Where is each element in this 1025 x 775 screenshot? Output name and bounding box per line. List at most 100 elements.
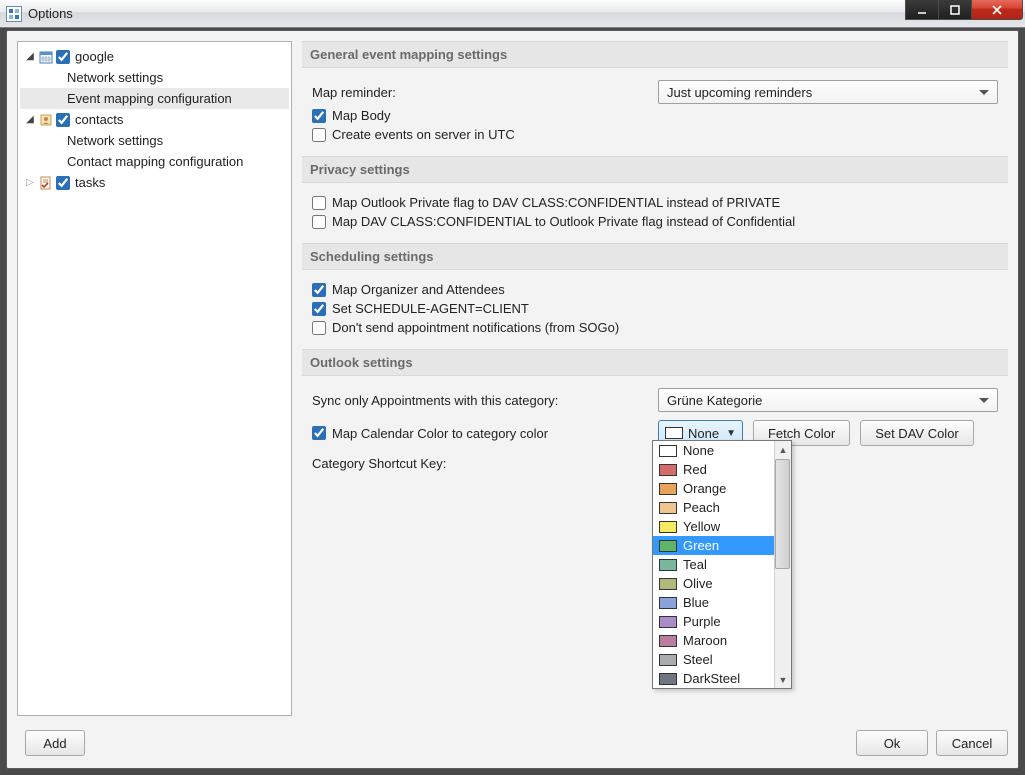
color-swatch-icon [659, 559, 677, 571]
settings-panel: General event mapping settings Map remin… [302, 41, 1008, 716]
scroll-down-icon[interactable]: ▼ [775, 671, 791, 688]
color-swatch-icon [659, 673, 677, 685]
tree-node-checkbox[interactable] [56, 113, 70, 127]
scheduling-option-3[interactable]: Don't send appointment notifications (fr… [312, 320, 619, 335]
tree-node-tasks[interactable]: ▷ tasks [20, 172, 289, 193]
color-option-teal[interactable]: Teal [653, 555, 774, 574]
tree-child-event-mapping[interactable]: Event mapping configuration [20, 88, 289, 109]
expander-icon[interactable]: ▷ [24, 177, 36, 189]
minimize-button[interactable] [905, 0, 939, 20]
tree-node-google[interactable]: ◢ google [20, 46, 289, 67]
color-option-darksteel[interactable]: DarkSteel [653, 669, 774, 688]
sync-category-label: Sync only Appointments with this categor… [312, 393, 652, 408]
maximize-button[interactable] [938, 0, 972, 20]
chevron-down-icon: ▼ [724, 428, 738, 439]
color-swatch-icon [659, 502, 677, 514]
color-swatch-icon [659, 635, 677, 647]
client-area: ◢ google Network settings Event mapping … [6, 30, 1019, 769]
map-body-option[interactable]: Map Body [312, 108, 391, 123]
scroll-up-icon[interactable]: ▲ [775, 441, 791, 458]
color-option-label: Green [683, 538, 719, 553]
color-swatch-icon [659, 578, 677, 590]
tree-node-contacts[interactable]: ◢ contacts [20, 109, 289, 130]
sync-category-select[interactable]: Grüne Kategorie [658, 388, 998, 412]
privacy-checkbox-2[interactable] [312, 215, 326, 229]
color-swatch-icon [659, 521, 677, 533]
tree-child-label: Contact mapping configuration [64, 154, 246, 169]
color-option-label: Teal [683, 557, 707, 572]
section-header-outlook: Outlook settings [302, 349, 1008, 376]
checkbox-label: Map Outlook Private flag to DAV CLASS:CO… [332, 195, 780, 210]
checkbox-label: Map Calendar Color to category color [332, 426, 548, 441]
checkbox-label: Map Body [332, 108, 391, 123]
expander-icon[interactable]: ◢ [24, 51, 36, 63]
map-color-checkbox[interactable] [312, 426, 326, 440]
calendar-icon [38, 49, 54, 65]
scheduling-checkbox-3[interactable] [312, 321, 326, 335]
dialog-footer: Add Ok Cancel [17, 728, 1008, 758]
scheduling-option-1[interactable]: Map Organizer and Attendees [312, 282, 505, 297]
tree-node-checkbox[interactable] [56, 50, 70, 64]
color-option-red[interactable]: Red [653, 460, 774, 479]
scheduling-checkbox-2[interactable] [312, 302, 326, 316]
tasks-icon [38, 175, 54, 191]
privacy-checkbox-1[interactable] [312, 196, 326, 210]
color-swatch-icon [659, 597, 677, 609]
add-button[interactable]: Add [25, 730, 85, 756]
cancel-button[interactable]: Cancel [936, 730, 1008, 756]
privacy-option-1[interactable]: Map Outlook Private flag to DAV CLASS:CO… [312, 195, 780, 210]
color-swatch-icon [659, 540, 677, 552]
map-reminder-select[interactable]: Just upcoming reminders [658, 80, 998, 104]
checkbox-label: Map DAV CLASS:CONFIDENTIAL to Outlook Pr… [332, 214, 795, 229]
profile-tree[interactable]: ◢ google Network settings Event mapping … [17, 41, 292, 716]
window-controls [906, 0, 1023, 20]
dropdown-scrollbar[interactable]: ▲ ▼ [774, 441, 791, 688]
expander-icon[interactable]: ◢ [24, 114, 36, 126]
color-option-peach[interactable]: Peach [653, 498, 774, 517]
close-button[interactable] [971, 0, 1023, 20]
tree-child-label: Network settings [64, 70, 166, 85]
color-option-olive[interactable]: Olive [653, 574, 774, 593]
color-option-blue[interactable]: Blue [653, 593, 774, 612]
category-shortcut-label: Category Shortcut Key: [312, 456, 446, 471]
tree-node-checkbox[interactable] [56, 176, 70, 190]
color-option-label: Purple [683, 614, 721, 629]
color-option-maroon[interactable]: Maroon [653, 631, 774, 650]
color-option-label: None [683, 443, 714, 458]
select-value: Grüne Kategorie [667, 393, 762, 408]
tree-child-contact-mapping[interactable]: Contact mapping configuration [20, 151, 289, 172]
color-option-purple[interactable]: Purple [653, 612, 774, 631]
tree-child-network-settings[interactable]: Network settings [20, 67, 289, 88]
set-dav-color-button[interactable]: Set DAV Color [860, 420, 974, 446]
color-option-steel[interactable]: Steel [653, 650, 774, 669]
color-dropdown-list[interactable]: None Red Orange Peach Yellow Green Teal OliveBl… [652, 440, 792, 689]
color-option-label: Red [683, 462, 707, 477]
tree-child-network-settings[interactable]: Network settings [20, 130, 289, 151]
color-option-label: Yellow [683, 519, 720, 534]
checkbox-label: Map Organizer and Attendees [332, 282, 505, 297]
color-option-none[interactable]: None [653, 441, 774, 460]
tree-child-label: Event mapping configuration [64, 91, 235, 106]
scheduling-option-2[interactable]: Set SCHEDULE-AGENT=CLIENT [312, 301, 529, 316]
map-color-option[interactable]: Map Calendar Color to category color [312, 426, 652, 441]
color-option-label: Peach [683, 500, 720, 515]
tree-child-label: Network settings [64, 133, 166, 148]
titlebar: Options [0, 0, 1025, 28]
color-option-orange[interactable]: Orange [653, 479, 774, 498]
ok-button[interactable]: Ok [856, 730, 928, 756]
create-utc-checkbox[interactable] [312, 128, 326, 142]
create-utc-option[interactable]: Create events on server in UTC [312, 127, 515, 142]
color-swatch-icon [659, 445, 677, 457]
window-title: Options [28, 6, 73, 21]
color-combo-value: None [688, 426, 719, 441]
map-body-checkbox[interactable] [312, 109, 326, 123]
privacy-option-2[interactable]: Map DAV CLASS:CONFIDENTIAL to Outlook Pr… [312, 214, 795, 229]
color-swatch-icon [659, 654, 677, 666]
scroll-thumb[interactable] [775, 459, 790, 569]
color-option-yellow[interactable]: Yellow [653, 517, 774, 536]
section-header-scheduling: Scheduling settings [302, 243, 1008, 270]
color-option-green[interactable]: Green [653, 536, 774, 555]
scheduling-checkbox-1[interactable] [312, 283, 326, 297]
contacts-icon [38, 112, 54, 128]
color-swatch-icon [659, 616, 677, 628]
